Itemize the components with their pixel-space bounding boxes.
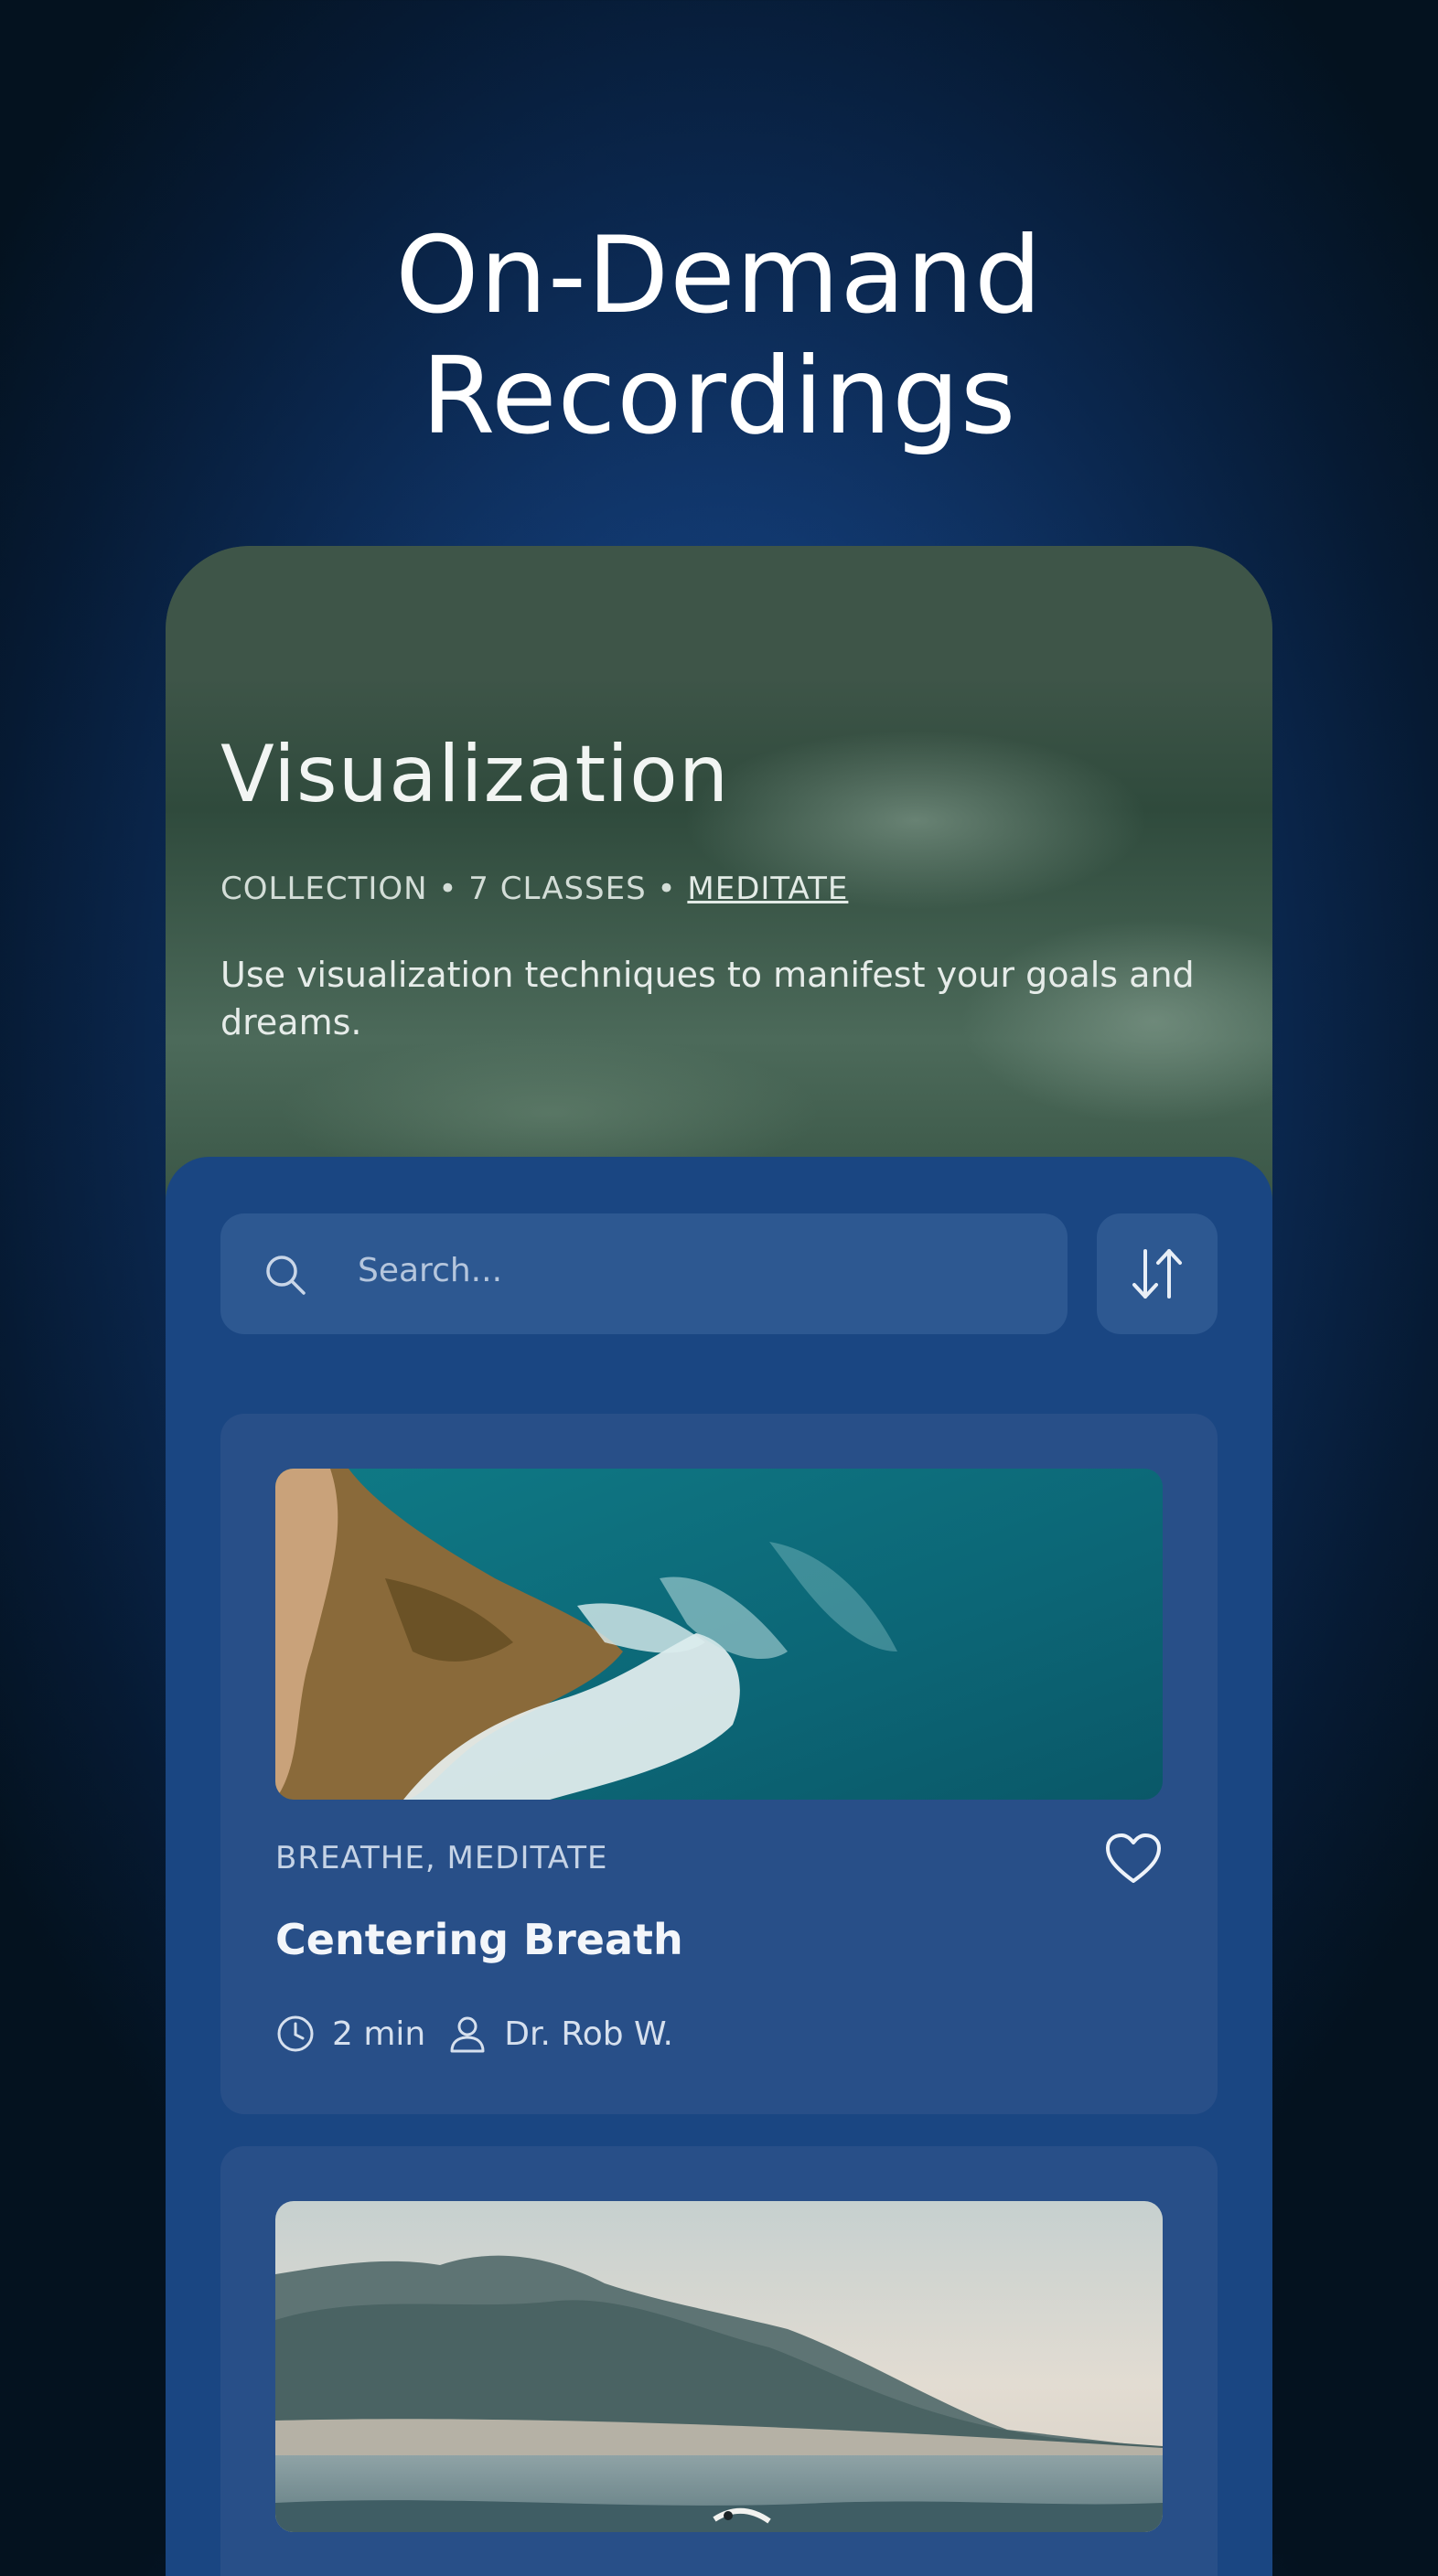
search-icon <box>266 1256 306 1295</box>
search-placeholder: Search... <box>358 1252 503 1289</box>
class-duration: 2 min <box>332 2015 426 2053</box>
class-instructor: Dr. Rob W. <box>504 2015 673 2053</box>
category-link-meditate[interactable]: MEDITATE <box>687 871 848 907</box>
search-input[interactable]: Search... <box>220 1213 1068 1334</box>
phone-screen: Visualization COLLECTION • 7 CLASSES • M… <box>166 546 1272 2576</box>
meta-separator: • <box>438 871 458 907</box>
coastline-image <box>275 1469 1163 1800</box>
collection-type: COLLECTION <box>220 871 428 907</box>
hero-title-line-2: Recordings <box>421 335 1017 458</box>
class-title: Centering Breath <box>275 1915 683 1964</box>
hero-title: On-Demand Recordings <box>0 216 1438 457</box>
content-panel: Search... BREATHE, MEDITATE Centering Br… <box>166 1157 1272 2576</box>
class-thumbnail <box>275 2201 1163 2532</box>
mountains-image <box>275 2201 1163 2532</box>
hero-title-line-1: On-Demand <box>395 214 1043 337</box>
sort-button[interactable] <box>1097 1213 1218 1334</box>
class-card[interactable] <box>220 2146 1218 2576</box>
class-thumbnail <box>275 1469 1163 1800</box>
meta-separator: • <box>657 871 677 907</box>
collection-class-count: 7 CLASSES <box>468 871 647 907</box>
collection-meta: COLLECTION • 7 CLASSES • MEDITATE <box>220 871 848 907</box>
sort-arrows-icon <box>1132 1249 1182 1299</box>
class-tags: BREATHE, MEDITATE <box>275 1840 608 1876</box>
clock-icon <box>277 2015 314 2052</box>
class-meta: 2 min Dr. Rob W. <box>275 2012 673 2056</box>
heart-icon[interactable] <box>1104 1832 1163 1887</box>
class-card[interactable]: BREATHE, MEDITATE Centering Breath 2 min… <box>220 1414 1218 2114</box>
user-icon <box>450 2016 485 2053</box>
collection-description: Use visualization techniques to manifest… <box>220 955 1195 1042</box>
collection-title: Visualization <box>220 729 730 820</box>
